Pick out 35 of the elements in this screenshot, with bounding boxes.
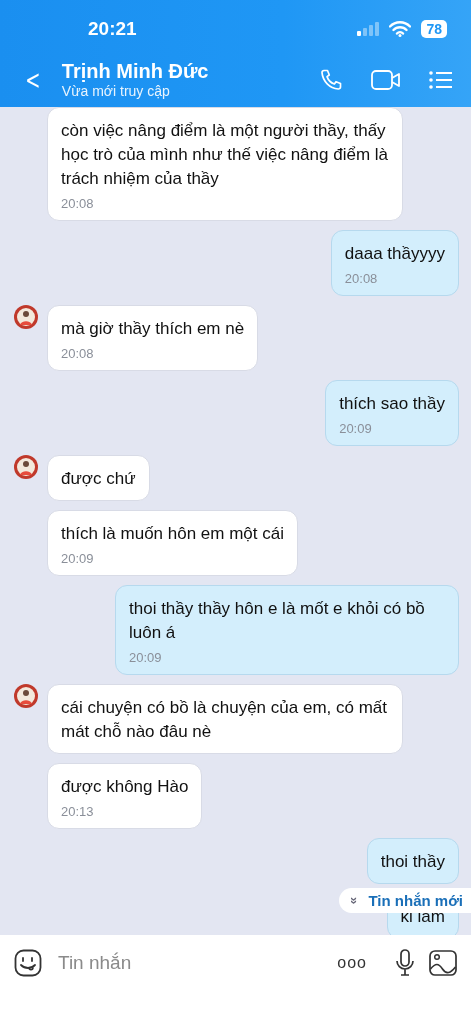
signal-icon (357, 22, 380, 36)
message-text: thích sao thầy (339, 393, 445, 415)
more-button[interactable]: ooo (337, 953, 367, 972)
message-time: 20:08 (344, 271, 379, 286)
message-time: 20:08 (61, 196, 95, 211)
message-time: 20:08 (61, 346, 95, 361)
message-text: mà giờ thầy thích em nè (61, 318, 245, 340)
image-icon[interactable] (429, 949, 457, 976)
contact-name: Trịnh Minh Đức (61, 60, 210, 83)
phone-call-icon[interactable] (319, 67, 343, 92)
message-text: daaa thầyyyy (344, 243, 445, 265)
message-text: được không Hào (61, 776, 189, 798)
message-text: thích là muốn hôn em một cái (61, 523, 284, 545)
video-call-icon[interactable] (371, 68, 401, 91)
battery-level: 78 (421, 20, 447, 38)
message-text: được chứ (61, 468, 136, 490)
back-button[interactable]: < (19, 64, 47, 95)
message-time: 20:09 (129, 650, 163, 665)
wifi-icon (389, 21, 412, 37)
message-text: thoi thầy (380, 851, 445, 873)
message-text: còn việc nâng điểm là một người thầy, thấy học trò của mình như thế việc nâng điểm là trách nhiệm của thầy (61, 120, 389, 190)
sticker-icon[interactable] (14, 948, 42, 977)
message-text: thoi thầy thầy hôn e là mốt e khỏi có bồ luôn á (129, 598, 426, 644)
last-seen-status: Vừa mới truy cập (61, 83, 171, 99)
avatar[interactable] (14, 305, 38, 329)
message-time: 20:09 (339, 421, 373, 436)
new-messages-button[interactable]: » Tin nhắn mới (339, 888, 471, 913)
avatar[interactable] (14, 684, 38, 708)
message-time: 20:09 (61, 551, 95, 566)
avatar[interactable] (14, 455, 38, 479)
message-time: 20:13 (61, 804, 95, 819)
menu-icon[interactable] (429, 69, 453, 90)
microphone-icon[interactable] (395, 948, 415, 977)
clock: 20:21 (88, 18, 137, 40)
message-text: cái chuyện có bồ là chuyện của em, có mất mát chỗ nào đâu nè (61, 697, 388, 743)
